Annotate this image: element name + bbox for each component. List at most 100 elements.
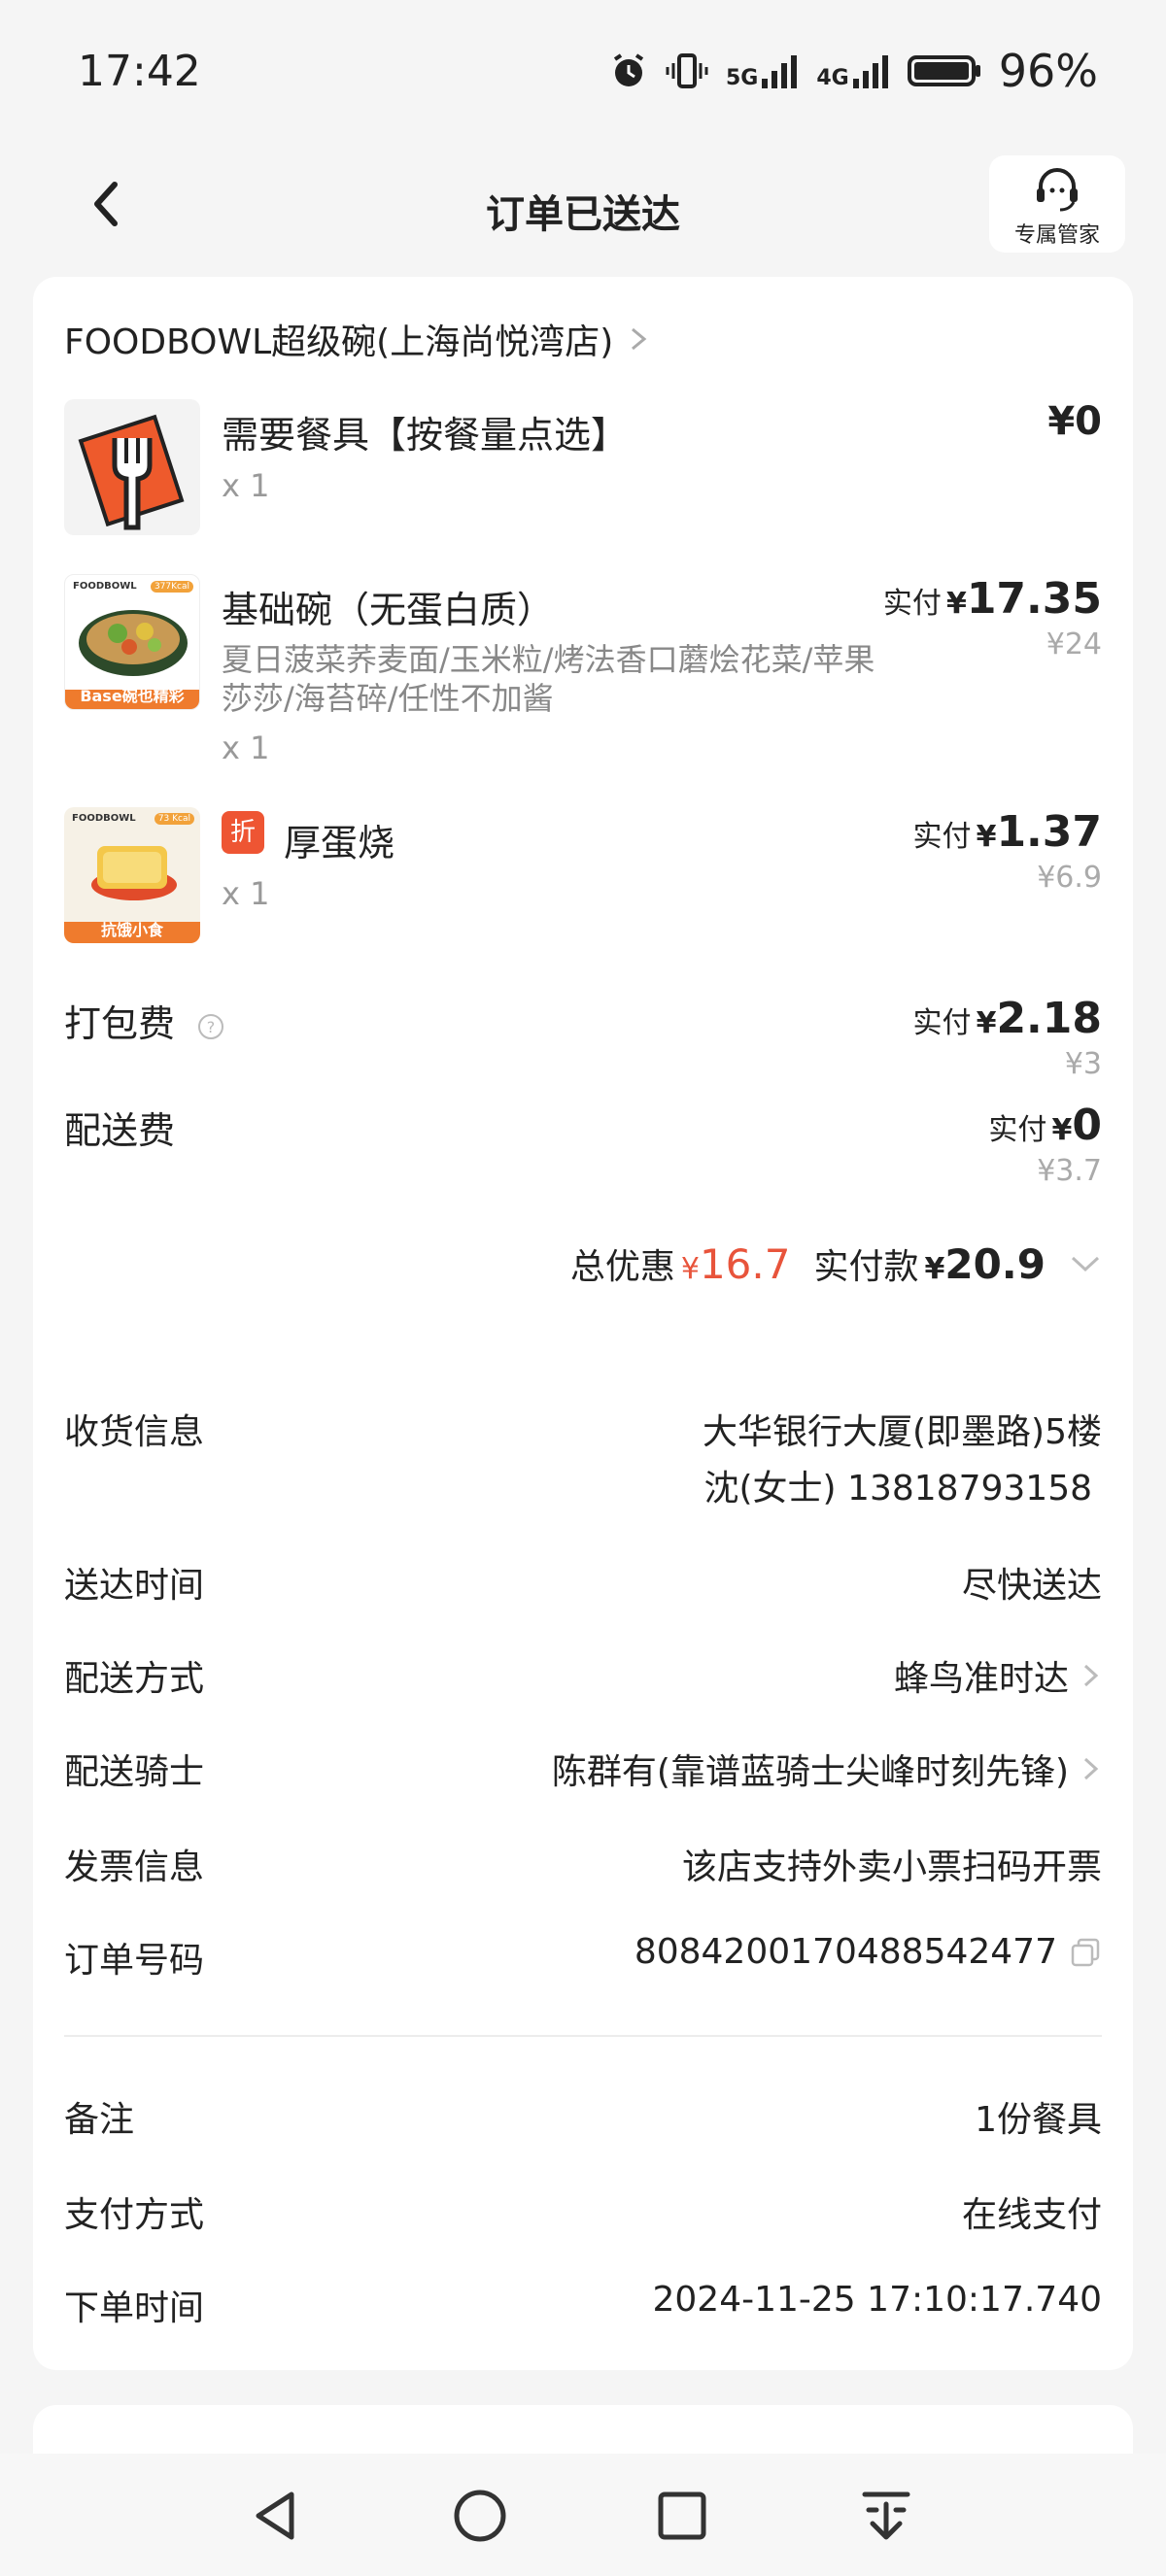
original-price: ¥3.7 [1037, 1154, 1102, 1188]
packing-fee-price: 实付 ¥2.18 ¥3 [912, 994, 1102, 1081]
delivery-time-row: 送达时间 尽快送达 [64, 1557, 1102, 1615]
order-number-row: 订单号码 8084200170488542477 [64, 1932, 1102, 1990]
order-totals[interactable]: 总优惠 ¥ 16.7 实付款 ¥ 20.9 [570, 1238, 1102, 1289]
status-icons: 5G 4G 96% [609, 45, 1098, 97]
thumb-kcal: 377Kcal [150, 581, 193, 593]
nav-notification-button[interactable] [851, 2481, 921, 2551]
note-row: 备注 1份餐具 [64, 2091, 1102, 2150]
original-price: ¥24 [1046, 627, 1102, 661]
paid-label: 实付款 [813, 1247, 919, 1287]
headset-icon [1037, 168, 1078, 212]
delivery-method-value: 蜂鸟准时达 [894, 1650, 1102, 1701]
utensils-thumbnail [64, 399, 200, 535]
thumb-banner: 抗饿小食 [100, 921, 163, 939]
delivery-fee-price: 实付 ¥0 ¥3.7 [988, 1101, 1102, 1188]
thumb-banner: Base碗也精彩 [80, 687, 185, 705]
store-name: FOODBOWL超级碗(上海尚悦湾店) [64, 322, 614, 362]
circle-home-icon [454, 2490, 506, 2542]
order-item-base-bowl: FOODBOWL 377Kcal Base碗也精彩 基础碗（无蛋白质） 夏日菠菜… [64, 574, 1102, 768]
header: 订单已送达 专属管家 [0, 146, 1166, 272]
receiver-label: 收货信息 [64, 1412, 205, 1452]
payment-method-row: 支付方式 在线支付 [64, 2186, 1102, 2245]
item-name: 厚蛋烧 [284, 822, 395, 864]
rider-value: 陈群有(靠谱蓝骑士尖峰时刻先锋) [552, 1744, 1102, 1794]
payment-method-value: 在线支付 [961, 2195, 1102, 2235]
note-label: 备注 [64, 2100, 135, 2140]
order-number-value: 8084200170488542477 [634, 1932, 1102, 1972]
receiver-address: 大华银行大厦(即墨路)5楼 [703, 1412, 1102, 1452]
item-name: 基础碗（无蛋白质） [222, 589, 555, 631]
paid-yen: ¥ [924, 1252, 945, 1286]
svg-text:?: ? [207, 1018, 216, 1036]
copy-icon[interactable] [1069, 1936, 1102, 1969]
nav-recents-button[interactable] [647, 2481, 717, 2551]
payment-method-label: 支付方式 [64, 2195, 205, 2235]
thumb-brand: FOODBOWL [73, 581, 137, 592]
item-price: 实付 ¥1.37 ¥6.9 [912, 807, 1102, 895]
order-item-egg-roll: FOODBOWL 73 Kcal 抗饿小食 折 厚蛋烧 x 1 实付 ¥1.37… [64, 807, 1102, 943]
order-time-value: 2024-11-25 17:10:17.740 [652, 2280, 1103, 2320]
dedicated-butler-button[interactable]: 专属管家 [989, 155, 1125, 253]
item-name: 需要餐具【按餐量点选】 [222, 414, 629, 457]
item-desc: 夏日菠菜荞麦面/玉米粒/烤法香口蘑烩花菜/苹果莎莎/海苔碎/任性不加酱 [222, 641, 875, 717]
delivery-fee-label: 配送费 [64, 1109, 176, 1152]
status-bar: 17:42 5G 4G 96% [0, 0, 1166, 146]
order-time-label: 下单时间 [64, 2288, 205, 2328]
alarm-icon [613, 53, 644, 86]
battery-icon [907, 55, 980, 86]
system-nav-bar [0, 2454, 1166, 2576]
item-price: 实付 ¥17.35 ¥24 [882, 574, 1102, 661]
signal-5g-icon: 5G [726, 51, 799, 90]
paid-value: 20.9 [944, 1240, 1046, 1288]
discount-value: 16.7 [699, 1240, 791, 1288]
battery-percent: 96% [998, 45, 1098, 97]
note-value: 1份餐具 [975, 2100, 1102, 2140]
vibrate-icon [666, 53, 708, 88]
thumb-brand: FOODBOWL [72, 813, 136, 824]
square-recents-icon [658, 2491, 706, 2540]
dedicated-butler-label: 专属管家 [1013, 223, 1100, 248]
base-bowl-thumbnail: FOODBOWL 377Kcal Base碗也精彩 [64, 574, 200, 710]
rider-label: 配送骑士 [64, 1752, 205, 1792]
packing-fee-label: 打包费 ? [64, 994, 225, 1047]
delivery-method-row[interactable]: 配送方式 蜂鸟准时达 [64, 1650, 1102, 1709]
triangle-back-icon [256, 2491, 294, 2540]
delivery-method-label: 配送方式 [64, 1659, 205, 1699]
item-price: ¥0 [1047, 399, 1102, 444]
order-card: FOODBOWL超级碗(上海尚悦湾店) 需要餐具【按餐量点选】 x 1 ¥0 F… [33, 277, 1133, 2370]
original-price: ¥6.9 [1037, 861, 1102, 895]
chevron-down-icon [1071, 1256, 1100, 1272]
original-price: ¥3 [1064, 1047, 1102, 1081]
order-number-label: 订单号码 [64, 1941, 205, 1981]
nav-back-button[interactable] [241, 2481, 311, 2551]
invoice-label: 发票信息 [64, 1847, 205, 1887]
discount-label: 总优惠 [569, 1247, 675, 1287]
item-qty: x 1 [222, 729, 270, 766]
status-time: 17:42 [78, 47, 201, 96]
delivery-fee-row: 配送费 实付 ¥0 ¥3.7 [64, 1101, 1102, 1188]
thumb-kcal: 73 Kcal [154, 813, 194, 825]
receiver-info-row: 收货信息 大华银行大厦(即墨路)5楼 沈(女士) 13818793158 [64, 1404, 1102, 1510]
item-qty: x 1 [222, 467, 270, 504]
rider-row[interactable]: 配送骑士 陈群有(靠谱蓝骑士尖峰时刻先锋) [64, 1744, 1102, 1802]
order-item-utensils: 需要餐具【按餐量点选】 x 1 ¥0 [64, 399, 1102, 535]
chevron-right-icon [1083, 1664, 1099, 1687]
item-qty: x 1 [222, 875, 270, 912]
invoice-value: 该店支持外卖小票扫码开票 [681, 1847, 1102, 1887]
receiver-contact: 沈(女士) 13818793158 [703, 1469, 1092, 1508]
pull-down-icon [862, 2491, 910, 2540]
delivery-time-value: 尽快送达 [961, 1566, 1102, 1606]
discount-yen: ¥ [680, 1252, 700, 1286]
nav-home-button[interactable] [445, 2481, 515, 2551]
order-time-row: 下单时间 2024-11-25 17:10:17.740 [64, 2280, 1102, 2338]
packing-fee-row: 打包费 ? 实付 ¥2.18 ¥3 [64, 994, 1102, 1081]
discount-tag: 折 [222, 811, 264, 854]
chevron-right-icon [632, 327, 647, 351]
delivery-time-label: 送达时间 [64, 1566, 205, 1606]
divider [64, 2035, 1102, 2037]
store-link[interactable]: FOODBOWL超级碗(上海尚悦湾店) [64, 314, 650, 364]
help-icon[interactable]: ? [196, 1012, 225, 1041]
chevron-right-icon [1083, 1757, 1099, 1780]
invoice-row: 发票信息 该店支持外卖小票扫码开票 [64, 1839, 1102, 1897]
signal-4g-icon: 4G [816, 51, 889, 90]
